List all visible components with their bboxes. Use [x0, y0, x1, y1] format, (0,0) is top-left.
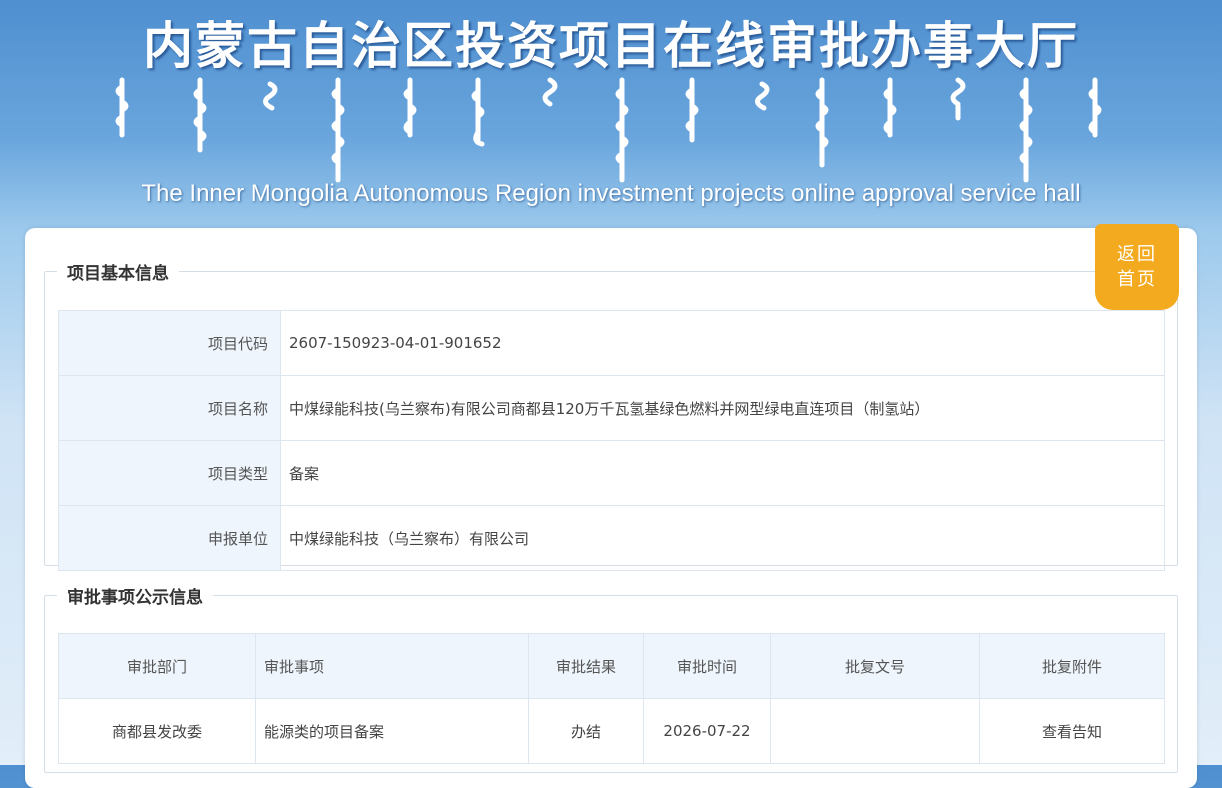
view-notice-link[interactable]: 查看告知	[1042, 723, 1102, 741]
applicant-label: 申报单位	[58, 505, 281, 571]
project-name-value: 中煤绿能科技(乌兰察布)有限公司商都县120万千瓦氢基绿色燃料并网型绿电直连项目…	[280, 375, 1165, 441]
site-title-english: The Inner Mongolia Autonomous Region inv…	[141, 180, 1081, 207]
table-row: 申报单位 中煤绿能科技（乌兰察布）有限公司	[58, 505, 1165, 571]
table-header-row: 审批部门 审批事项 审批结果 审批时间 批复文号 批复附件	[58, 633, 1165, 699]
col-header-attachment: 批复附件	[979, 633, 1165, 699]
project-info-table: 项目代码 2607-150923-04-01-901652 项目名称 中煤绿能科…	[58, 310, 1165, 571]
cell-doc-no	[770, 698, 980, 764]
table-row: 项目代码 2607-150923-04-01-901652	[58, 310, 1165, 376]
project-info-legend: 项目基本信息	[67, 264, 169, 284]
header-banner: 内蒙古自治区投资项目在线审批办事大厅 The Inner Mongolia Au…	[0, 0, 1222, 225]
project-type-label: 项目类型	[58, 440, 281, 506]
cell-item: 能源类的项目备案	[255, 698, 529, 764]
back-home-label-line2: 首页	[1117, 269, 1157, 290]
site-title-chinese: 内蒙古自治区投资项目在线审批办事大厅	[143, 16, 1079, 75]
col-header-item: 审批事项	[255, 633, 529, 699]
cell-attachment: 查看告知	[979, 698, 1165, 764]
col-header-time: 审批时间	[643, 633, 771, 699]
col-header-doc-no: 批复文号	[770, 633, 980, 699]
cell-result: 办结	[528, 698, 644, 764]
mongolian-script-title	[115, 77, 1102, 183]
project-type-value: 备案	[280, 440, 1165, 506]
approval-table: 审批部门 审批事项 审批结果 审批时间 批复文号 批复附件 商都县发改委 能源类…	[58, 633, 1165, 764]
col-header-result: 审批结果	[528, 633, 644, 699]
table-row: 项目名称 中煤绿能科技(乌兰察布)有限公司商都县120万千瓦氢基绿色燃料并网型绿…	[58, 375, 1165, 441]
cell-time: 2026-07-22	[643, 698, 771, 764]
project-name-label: 项目名称	[58, 375, 281, 441]
approval-info-section: 审批事项公示信息 审批部门 审批事项 审批结果 审批时间 批复文号 批复附件 商…	[44, 583, 1178, 773]
project-code-label: 项目代码	[58, 310, 281, 376]
project-code-value: 2607-150923-04-01-901652	[280, 310, 1165, 376]
table-row: 商都县发改委 能源类的项目备案 办结 2026-07-22 查看告知	[58, 698, 1165, 764]
project-info-section: 项目基本信息 项目代码 2607-150923-04-01-901652 项目名…	[44, 259, 1178, 571]
back-home-label-line1: 返回	[1117, 244, 1157, 265]
cell-dept: 商都县发改委	[58, 698, 256, 764]
back-home-button[interactable]: 返回 首页	[1095, 224, 1179, 310]
table-row: 项目类型 备案	[58, 440, 1165, 506]
applicant-value: 中煤绿能科技（乌兰察布）有限公司	[280, 505, 1165, 571]
col-header-dept: 审批部门	[58, 633, 256, 699]
approval-info-legend: 审批事项公示信息	[67, 588, 203, 608]
